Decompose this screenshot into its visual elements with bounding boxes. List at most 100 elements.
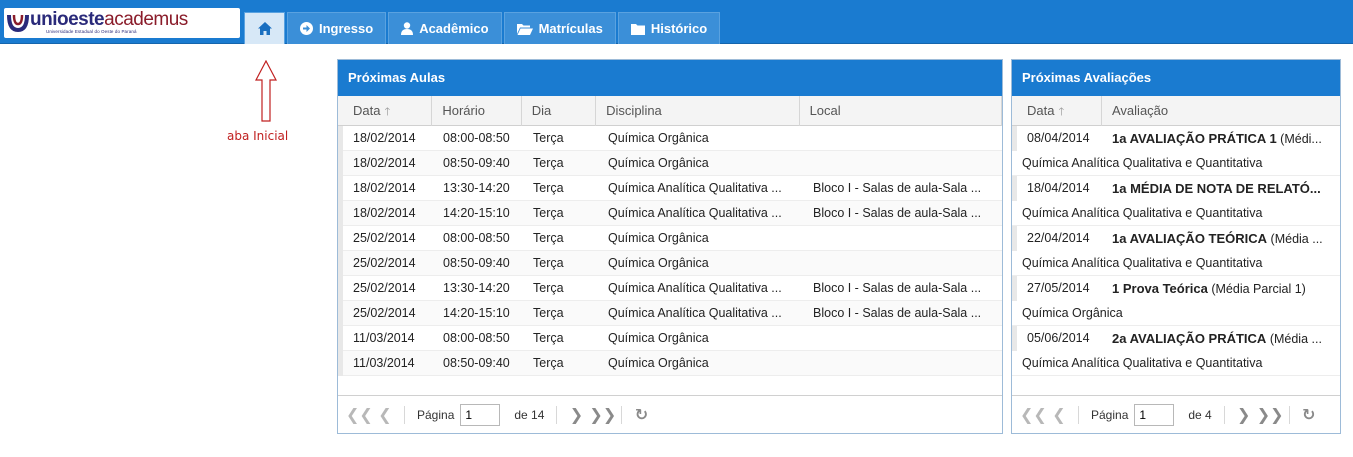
proximas-aulas-title: Próximas Aulas [338, 60, 1002, 96]
aulas-grid-body: 18/02/2014 08:00-08:50 Terça Química Org… [338, 126, 1002, 376]
cell-local: Bloco I - Salas de aula-Sala ... [813, 181, 982, 195]
col-header-data[interactable]: Data 🡑 [343, 96, 433, 126]
last-page-icon[interactable]: ❯❯ [1257, 405, 1284, 425]
table-row[interactable]: 11/03/2014 08:00-08:50 Terça Química Org… [338, 326, 1002, 351]
tab-ingresso[interactable]: Ingresso [287, 12, 387, 44]
cell-disciplina: Química Analítica Qualitativa ... [608, 181, 782, 195]
cell-disciplina: Química Orgânica [608, 356, 709, 370]
table-row[interactable]: 18/02/2014 13:30-14:20 Terça Química Ana… [338, 176, 1002, 201]
col-header-disciplina[interactable]: Disciplina [596, 96, 800, 126]
cell-disciplina: Química Analítica Qualitativa ... [608, 306, 782, 320]
col-header-local[interactable]: Local [800, 96, 1002, 126]
tab-ingresso-label: Ingresso [319, 21, 374, 36]
item-name: 1a AVALIAÇÃO PRÁTICA 1 [1112, 131, 1277, 146]
item-subject: Química Analítica Qualitativa e Quantita… [1022, 156, 1263, 170]
cell-horario: 08:00-08:50 [443, 231, 510, 245]
item-subject: Química Orgânica [1022, 306, 1123, 320]
sort-asc-icon: 🡑 [384, 106, 391, 118]
prev-page-icon[interactable]: ❮ [372, 405, 398, 425]
cell-dia: Terça [533, 356, 564, 370]
avaliacoes-pager: ❮❮ ❮ Página de 4 ❯ ❯❯ ↻ [1012, 395, 1340, 433]
table-row[interactable]: 11/03/2014 08:50-09:40 Terça Química Org… [338, 351, 1002, 376]
item-subject: Química Analítica Qualitativa e Quantita… [1022, 256, 1263, 270]
refresh-icon[interactable]: ↻ [1296, 405, 1322, 425]
cell-disciplina: Química Analítica Qualitativa ... [608, 281, 782, 295]
cell-data: 25/02/2014 [338, 251, 433, 276]
list-item[interactable]: 05/06/2014 2a AVALIAÇÃO PRÁTICA (Média ..… [1012, 326, 1340, 376]
table-row[interactable]: 25/02/2014 13:30-14:20 Terça Química Ana… [338, 276, 1002, 301]
table-row[interactable]: 18/02/2014 08:50-09:40 Terça Química Org… [338, 151, 1002, 176]
tab-historico[interactable]: Histórico [617, 12, 721, 44]
unioeste-logo[interactable]: unioesteacademus Universidade Estadual d… [4, 8, 240, 38]
list-item[interactable]: 22/04/2014 1a AVALIAÇÃO TEÓRICA (Média ..… [1012, 226, 1340, 276]
list-item[interactable]: 27/05/2014 1 Prova Teórica (Média Parcial… [1012, 276, 1340, 326]
cell-disciplina: Química Orgânica [608, 131, 709, 145]
item-date: 18/04/2014 [1012, 176, 1102, 201]
cell-local: Bloco I - Salas de aula-Sala ... [813, 306, 982, 320]
tab-historico-label: Histórico [650, 21, 708, 36]
page-number-input[interactable] [1134, 403, 1175, 426]
item-date: 05/06/2014 [1012, 326, 1102, 351]
table-row[interactable]: 18/02/2014 08:00-08:50 Terça Química Org… [338, 126, 1002, 151]
col-header-dia[interactable]: Dia [522, 96, 597, 126]
pager-separator [1078, 405, 1079, 424]
cell-horario: 08:00-08:50 [443, 331, 510, 345]
table-row[interactable]: 25/02/2014 08:00-08:50 Terça Química Org… [338, 226, 1002, 251]
cell-local [803, 351, 993, 376]
proximas-avaliacoes-title: Próximas Avaliações [1012, 60, 1340, 96]
item-detail: (Médi... [1280, 132, 1322, 146]
prev-page-icon[interactable]: ❮ [1046, 405, 1072, 425]
first-page-icon[interactable]: ❮❮ [1020, 405, 1047, 425]
page-number-input[interactable] [460, 403, 501, 426]
cell-disciplina: Química Analítica Qualitativa ... [608, 206, 782, 220]
user-icon [401, 22, 414, 35]
col-header-data[interactable]: Data 🡑 [1017, 96, 1102, 126]
cell-data: 25/02/2014 [338, 301, 433, 326]
top-bar: unioesteacademus Universidade Estadual d… [0, 0, 1353, 44]
page-label: Página [1091, 407, 1129, 422]
folder-open-icon [516, 23, 533, 35]
next-page-icon[interactable]: ❯ [563, 405, 589, 425]
annotation-up-arrow-icon [255, 60, 277, 122]
tab-matriculas-label: Matrículas [538, 21, 603, 36]
cell-disciplina: Química Orgânica [608, 156, 709, 170]
item-title: 2a AVALIAÇÃO PRÁTICA (Média ... [1102, 326, 1336, 351]
cell-data: 11/03/2014 [338, 351, 433, 376]
table-row[interactable]: 25/02/2014 14:20-15:10 Terça Química Ana… [338, 301, 1002, 326]
home-icon [257, 22, 272, 35]
first-page-icon[interactable]: ❮❮ [346, 405, 373, 425]
table-row[interactable]: 18/02/2014 14:20-15:10 Terça Química Ana… [338, 201, 1002, 226]
item-date: 08/04/2014 [1012, 126, 1102, 151]
cell-horario: 08:50-09:40 [443, 356, 510, 370]
col-header-avaliacao[interactable]: Avaliação [1102, 96, 1340, 126]
cell-local [803, 226, 993, 251]
list-item[interactable]: 08/04/2014 1a AVALIAÇÃO PRÁTICA 1 (Médi..… [1012, 126, 1340, 176]
cell-horario: 08:00-08:50 [443, 131, 510, 145]
aulas-grid-header: Data 🡑 Horário Dia Disciplina Local [338, 96, 1002, 126]
cell-data: 18/02/2014 [338, 176, 433, 201]
item-name: 1 Prova Teórica [1112, 281, 1208, 296]
cell-data: 25/02/2014 [338, 276, 433, 301]
tab-home[interactable] [244, 12, 285, 44]
list-item[interactable]: 18/04/2014 1a MÉDIA DE NOTA DE RELATÓ... … [1012, 176, 1340, 226]
avaliacoes-grid-header: Data 🡑 Avaliação [1012, 96, 1340, 126]
item-title: 1 Prova Teórica (Média Parcial 1) [1102, 276, 1336, 301]
item-subject: Química Analítica Qualitativa e Quantita… [1022, 206, 1263, 220]
next-page-icon[interactable]: ❯ [1231, 405, 1257, 425]
cell-disciplina: Química Orgânica [608, 331, 709, 345]
cell-dia: Terça [533, 256, 564, 270]
cell-dia: Terça [533, 181, 564, 195]
refresh-icon[interactable]: ↻ [628, 405, 654, 425]
tab-matriculas[interactable]: Matrículas [503, 12, 616, 44]
folder-icon [630, 23, 645, 35]
col-header-data-label: Data [1027, 103, 1055, 118]
last-page-icon[interactable]: ❯❯ [589, 405, 616, 425]
pager-separator [1223, 405, 1225, 424]
tab-academico[interactable]: Acadêmico [388, 12, 502, 44]
col-header-horario[interactable]: Horário [432, 96, 522, 126]
cell-local [803, 251, 993, 276]
cell-local [803, 326, 993, 351]
item-detail: (Média ... [1269, 332, 1322, 346]
cell-horario: 14:20-15:10 [443, 206, 510, 220]
table-row[interactable]: 25/02/2014 08:50-09:40 Terça Química Org… [338, 251, 1002, 276]
